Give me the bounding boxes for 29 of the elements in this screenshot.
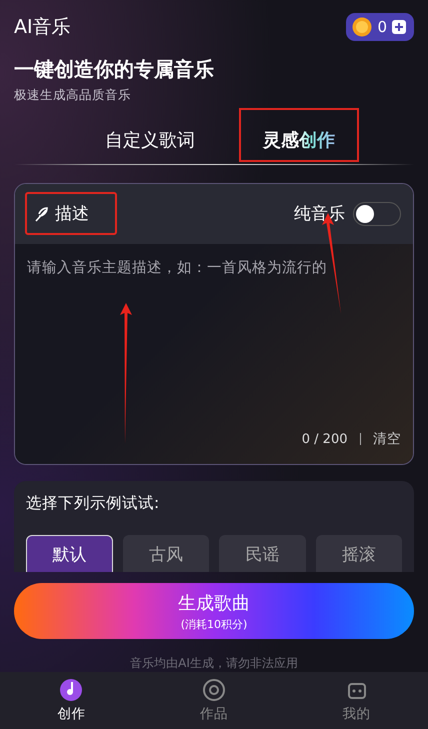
description-field[interactable]: 请输入音乐主题描述，如：一首风格为流行的 0 / 200 清空 <box>15 244 413 464</box>
pure-music-label: 纯音乐 <box>294 203 345 226</box>
examples-title: 选择下列示例试试: <box>26 493 160 514</box>
nav-item[interactable]: 作品 <box>142 672 286 729</box>
description-label: 描述 <box>55 203 89 226</box>
generate-button[interactable]: 生成歌曲 (消耗10积分) <box>14 582 414 640</box>
coin-balance[interactable]: 0 <box>346 12 414 41</box>
subtitle: 极速生成高品质音乐 <box>13 86 132 104</box>
example-chip[interactable]: 古风 <box>122 535 209 572</box>
example-chip[interactable]: 摇滚 <box>316 535 402 572</box>
coin-icon <box>352 16 372 37</box>
music-disc-icon <box>59 678 84 702</box>
tab[interactable]: 灵感创作 <box>239 108 359 162</box>
feather-icon <box>33 206 49 222</box>
plus-icon <box>392 20 406 34</box>
example-chip[interactable]: 民谣 <box>219 535 306 572</box>
headline: 一键创造你的专属音乐 <box>13 56 215 83</box>
clear-button[interactable]: 清空 <box>373 430 401 448</box>
char-counter: 0 / 200 <box>302 432 348 447</box>
example-chip[interactable]: 默认 <box>26 535 112 572</box>
disc-icon <box>202 678 226 702</box>
disclaimer: 音乐均由AI生成，请勿非法应用 <box>129 655 299 672</box>
app-title: AI音乐 <box>14 14 71 40</box>
nav-item[interactable]: 创作 <box>0 672 143 729</box>
nav-item[interactable]: 我的 <box>285 672 428 729</box>
description-input[interactable]: 请输入音乐主题描述，如：一首风格为流行的 <box>15 244 413 430</box>
tab[interactable]: 自定义歌词 <box>81 108 219 162</box>
pure-music-switch[interactable] <box>353 202 401 226</box>
coin-count: 0 <box>377 18 387 36</box>
